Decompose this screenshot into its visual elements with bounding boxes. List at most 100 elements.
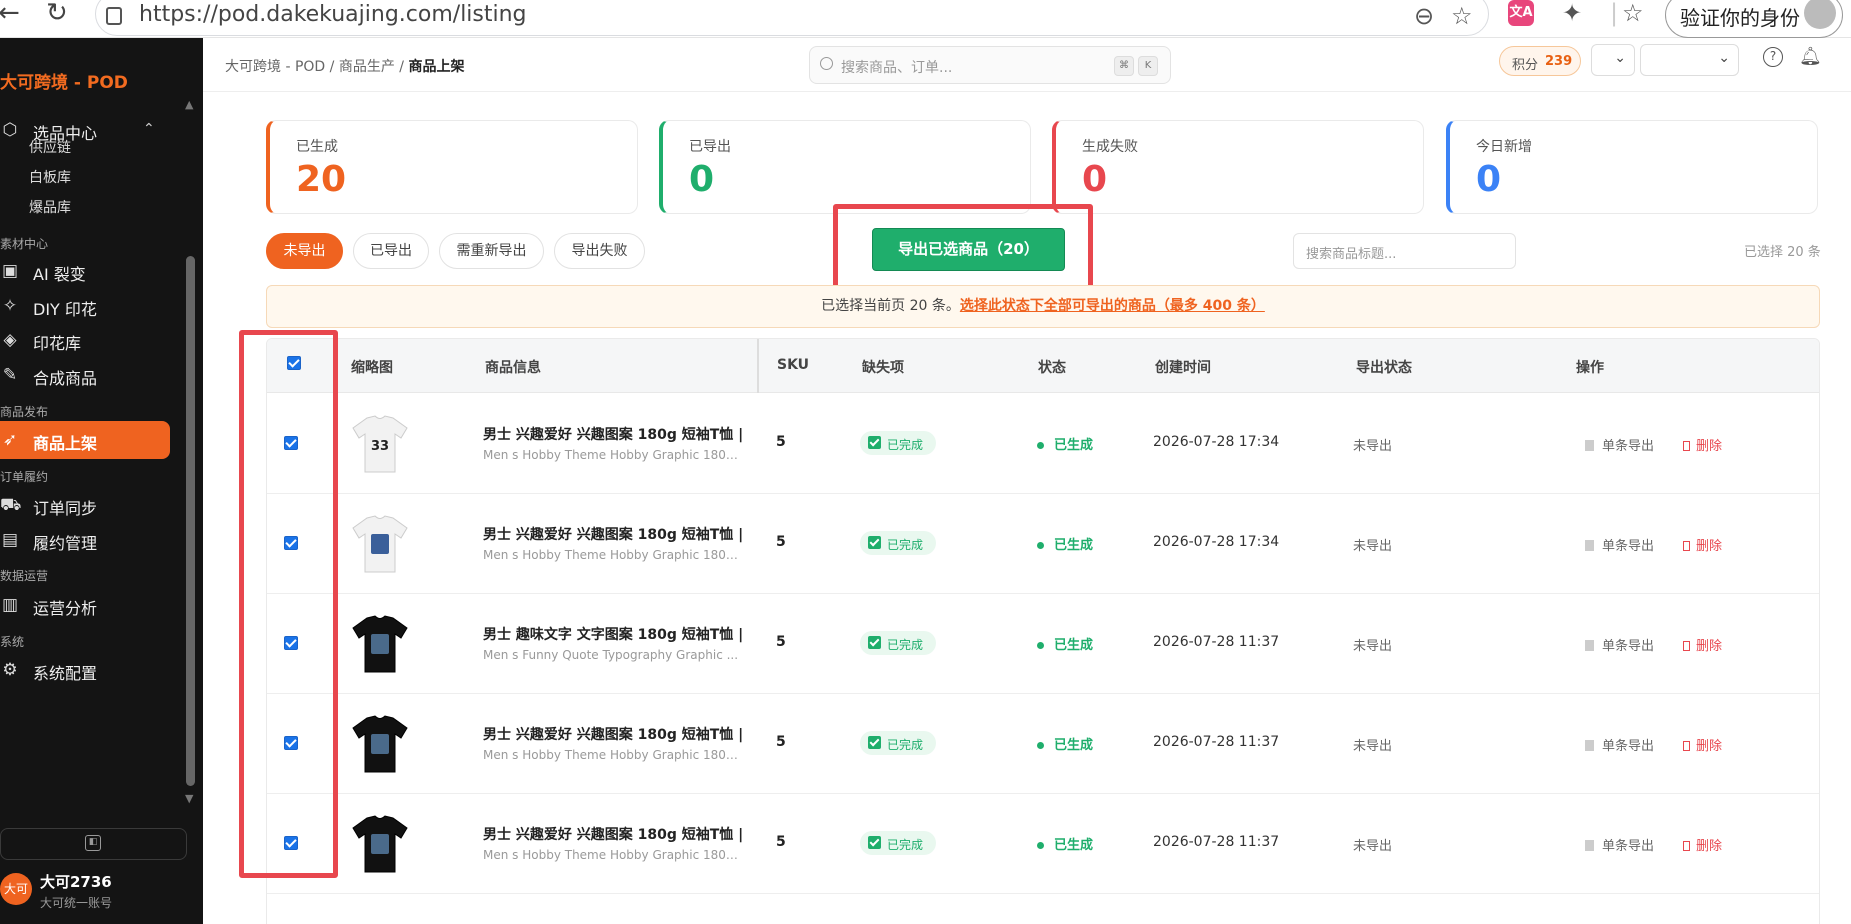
zoom-out-icon[interactable]: ⊖ (1414, 3, 1434, 29)
sidebar-item-print-library[interactable]: ◈ 印花库 (0, 321, 170, 359)
sidebar-item-product-listing[interactable]: ➶ 商品上架 (0, 421, 170, 459)
badge-label: 已完成 (887, 838, 924, 852)
avatar[interactable]: 大可 (0, 873, 32, 905)
select-all-link[interactable]: 选择此状态下全部可导出的商品（最多 400 条） (960, 298, 1265, 314)
address-bar[interactable]: https://pod.dakekuajing.com/listing ⊖ ☆ (95, 0, 1489, 36)
bell-icon[interactable]: 🔔︎ (1799, 46, 1822, 67)
trash-icon (1683, 441, 1690, 451)
sidebar-item-order-sync[interactable]: ⛟ 订单同步 (0, 486, 170, 524)
search-placeholder: 搜索商品、订单... (841, 60, 953, 76)
stat-value: 20 (296, 159, 347, 200)
product-name[interactable]: 男士 兴趣爱好 兴趣图案 180g 短袖T恤 | (483, 524, 743, 544)
sidebar-subitem-hot-library[interactable]: 爆品库 (29, 197, 71, 217)
sidebar-item-analytics[interactable]: ▥ 运营分析 (0, 586, 170, 624)
table-row[interactable]: 男士 趣味文字 文字图案 180g 短袖T恤 | Men s Funny Quot… (267, 594, 1819, 694)
tab-not-exported[interactable]: 未导出 (266, 233, 343, 269)
translate-extension-icon[interactable]: 文A (1508, 0, 1534, 26)
sidebar-subitem-supply-chain[interactable]: 供应链 (29, 137, 71, 157)
product-name[interactable]: 男士 趣味文字 文字图案 180g 短袖T恤 | (483, 624, 743, 644)
bookmark-star-icon[interactable]: ☆ (1451, 3, 1473, 29)
status-label: 已生成 (1054, 538, 1094, 553)
trash-icon (1683, 541, 1690, 551)
sku-count: 5 (776, 534, 786, 550)
sidebar-group-material: 素材中心 (0, 237, 49, 251)
product-subtitle: Men s Hobby Theme Hobby Graphic 180g... (483, 848, 743, 862)
column-header: 状态 (1038, 360, 1066, 376)
sidebar-item-selection-center[interactable]: ⬡ 选品中心 ⌃ (0, 111, 170, 149)
product-name[interactable]: 男士 兴趣爱好 兴趣图案 180g 短袖T恤 | (483, 724, 743, 744)
extensions-puzzle-icon[interactable]: ✦ (1562, 0, 1582, 26)
tab-need-reexport[interactable]: 需重新导出 (439, 233, 544, 269)
sidebar-item-label: 合成商品 (33, 369, 98, 388)
trash-icon (1683, 841, 1690, 851)
sidebar-item-system-config[interactable]: ⚙ 系统配置 (0, 651, 170, 689)
lock-icon (106, 7, 122, 25)
single-export-button[interactable]: 单条导出 (1585, 435, 1654, 454)
sidebar-item-ai-fission[interactable]: ▣ AI 裂变 (0, 252, 170, 290)
title-search-input[interactable]: 搜索商品标题... (1293, 233, 1516, 269)
sidebar-group-order: 订单履约 (0, 470, 49, 484)
sidebar-scrollbar[interactable] (186, 256, 195, 786)
status-badge: 已完成 (860, 831, 936, 855)
status-dot-icon (1037, 442, 1044, 449)
single-export-button[interactable]: 单条导出 (1585, 835, 1654, 854)
sidebar-item-label: 商品上架 (33, 434, 98, 453)
verify-identity-button[interactable]: 验证你的身份 (1665, 0, 1843, 38)
delete-button[interactable]: 删除 (1683, 535, 1722, 554)
clipboard-icon: ▤ (1, 530, 19, 550)
action-label: 删除 (1696, 639, 1723, 654)
shortcut-key: ⌘ (1114, 56, 1134, 76)
stat-label: 已生成 (296, 139, 338, 155)
sidebar-item-fulfillment[interactable]: ▤ 履约管理 (0, 521, 170, 559)
sidebar-item-compose-product[interactable]: ✎ 合成商品 (0, 356, 170, 394)
collapse-sidebar-button[interactable]: ◧ (0, 828, 187, 860)
delete-button[interactable]: 删除 (1683, 835, 1722, 854)
points-badge[interactable]: 积分 239 (1499, 46, 1581, 76)
scroll-up-arrow-icon[interactable]: ▲ (185, 98, 193, 111)
single-export-button[interactable]: 单条导出 (1585, 635, 1654, 654)
stat-label: 生成失败 (1082, 139, 1138, 155)
single-export-button[interactable]: 单条导出 (1585, 535, 1654, 554)
dropdown-select[interactable]: ⌄ (1591, 44, 1635, 76)
bar-chart-icon: ▥ (1, 595, 19, 615)
delete-button[interactable]: 删除 (1683, 735, 1722, 754)
table-row[interactable]: 男士 兴趣爱好 兴趣图案 180g 短袖T恤 | Men s Hobby Them… (267, 794, 1819, 894)
back-icon[interactable]: ← (0, 0, 20, 26)
export-status: 未导出 (1353, 639, 1393, 654)
tab-exported[interactable]: 已导出 (353, 233, 429, 269)
layers-icon: ◈ (3, 330, 17, 350)
breadcrumb-item[interactable]: 商品生产 (339, 59, 395, 75)
reload-icon[interactable]: ↻ (46, 0, 68, 26)
stat-card-today: 今日新增 0 (1446, 120, 1818, 214)
tab-export-failed[interactable]: 导出失败 (554, 233, 645, 269)
title-search-placeholder: 搜索商品标题... (1306, 247, 1397, 262)
sidebar-item-diy-print[interactable]: ✧ DIY 印花 (0, 287, 170, 325)
table-row[interactable]: 男士 兴趣爱好 兴趣图案 180g 短袖T恤 | Men s Hobby Them… (267, 494, 1819, 594)
trash-icon (1683, 741, 1690, 751)
stat-value: 0 (689, 159, 715, 200)
favorites-icon[interactable]: ☆ (1622, 0, 1644, 26)
global-search-input[interactable]: 搜索商品、订单... ⌘ K (809, 46, 1171, 84)
table-row[interactable]: 33 男士 兴趣爱好 兴趣图案 180g 短袖T恤 | Men s Hobby Th… (267, 394, 1819, 494)
column-resize-handle[interactable] (757, 339, 759, 393)
scroll-down-arrow-icon[interactable]: ▼ (185, 792, 193, 805)
product-thumbnail (352, 615, 408, 673)
stat-value: 0 (1082, 159, 1108, 200)
column-header: 导出状态 (1356, 360, 1412, 376)
single-export-button[interactable]: 单条导出 (1585, 735, 1654, 754)
product-name[interactable]: 男士 兴趣爱好 兴趣图案 180g 短袖T恤 | (483, 424, 743, 444)
product-subtitle: Men s Hobby Theme Hobby Graphic 180g... (483, 548, 743, 562)
dropdown-select[interactable]: ⌄ (1640, 44, 1739, 76)
breadcrumb-item[interactable]: 大可跨境 - POD (225, 59, 325, 75)
badge-label: 已完成 (887, 538, 924, 552)
action-label: 单条导出 (1602, 439, 1655, 454)
product-name[interactable]: 男士 兴趣爱好 兴趣图案 180g 短袖T恤 | (483, 824, 743, 844)
table-row[interactable]: 男士 兴趣爱好 兴趣图案 180g 短袖T恤 | Men s Hobby Them… (267, 694, 1819, 794)
delete-button[interactable]: 删除 (1683, 435, 1722, 454)
help-icon[interactable]: ? (1763, 47, 1783, 67)
export-selected-button[interactable]: 导出已选商品（20） (872, 228, 1065, 271)
sparkle-icon: ✧ (2, 296, 18, 316)
status-badge: 已完成 (860, 631, 936, 655)
sidebar-subitem-blank-library[interactable]: 白板库 (29, 167, 71, 187)
delete-button[interactable]: 删除 (1683, 635, 1722, 654)
